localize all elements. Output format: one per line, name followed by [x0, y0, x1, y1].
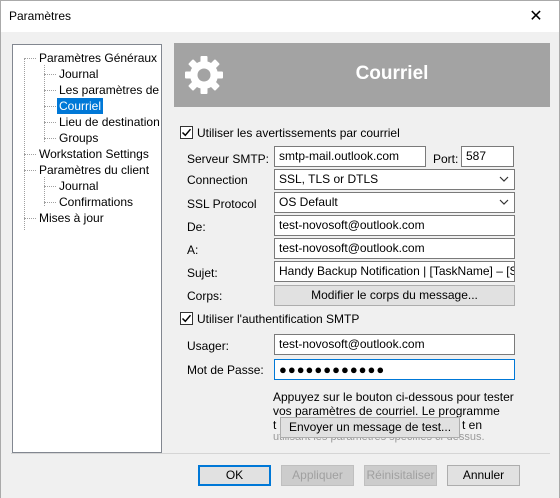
- tree-item-general-settings[interactable]: Paramètres Généraux: [37, 50, 159, 66]
- settings-tree[interactable]: Paramètres Généraux Journal Les paramètr…: [12, 44, 162, 453]
- use-email-alerts-label: Utiliser les avertissements par courriel: [197, 126, 400, 140]
- to-label: A:: [187, 243, 199, 257]
- tree-item-client-settings[interactable]: Paramètres du client: [37, 162, 151, 178]
- use-email-alerts-checkbox[interactable]: [180, 126, 193, 139]
- test-description-line-1: Appuyez sur le bouton ci-dessous pour te…: [273, 390, 514, 404]
- settings-window: Paramètres ✕ Paramètres Généraux Journal…: [0, 0, 560, 498]
- dialog-body: Paramètres Généraux Journal Les paramètr…: [1, 32, 559, 498]
- checkmark-icon: [181, 314, 192, 323]
- section-header: Courriel: [174, 43, 550, 107]
- tree-connector: [24, 59, 25, 230]
- close-icon[interactable]: ✕: [513, 1, 559, 31]
- ssl-protocol-label: SSL Protocol: [187, 197, 257, 211]
- tree-item-confirmations[interactable]: Confirmations: [57, 194, 135, 210]
- password-input[interactable]: ●●●●●●●●●●●●: [274, 359, 515, 380]
- gear-icon: [185, 56, 223, 94]
- connection-label: Connection: [187, 173, 248, 187]
- tree-connector: [24, 58, 36, 59]
- tree-item-log[interactable]: Journal: [57, 66, 100, 82]
- tree-connector: [24, 218, 36, 219]
- ok-button[interactable]: OK: [198, 465, 271, 486]
- tree-connector: [44, 186, 56, 187]
- to-input[interactable]: test-novosoft@outlook.com: [274, 238, 515, 259]
- ssl-protocol-select[interactable]: OS Default: [274, 192, 515, 213]
- tree-item-groups[interactable]: Groups: [57, 130, 100, 146]
- test-description-line-2: vos paramètres de courriel. Le programme: [273, 404, 500, 418]
- reset-button[interactable]: Réinisitaliser: [364, 465, 437, 486]
- tree-item-destination[interactable]: Lieu de destination: [57, 114, 161, 130]
- apply-button[interactable]: Appliquer: [281, 465, 354, 486]
- user-label: Usager:: [187, 339, 230, 353]
- connection-select[interactable]: SSL, TLS or DTLS: [274, 169, 515, 190]
- body-label: Corps:: [187, 289, 223, 303]
- port-label: Port:: [433, 152, 459, 166]
- from-input[interactable]: test-novosoft@outlook.com: [274, 215, 515, 236]
- title-bar: Paramètres ✕: [1, 1, 559, 32]
- tree-item-workstation-settings[interactable]: Workstation Settings: [37, 146, 151, 162]
- subject-input[interactable]: Handy Backup Notification | [TaskName] –…: [274, 261, 515, 282]
- subject-label: Sujet:: [187, 266, 218, 280]
- tree-item-email[interactable]: Courriel: [57, 98, 104, 114]
- tree-connector: [44, 106, 56, 107]
- send-test-message-button[interactable]: Envoyer un message de test...: [280, 417, 460, 438]
- chevron-down-icon: [499, 176, 509, 182]
- tree-connector: [44, 74, 56, 75]
- use-smtp-auth-checkbox[interactable]: [180, 312, 193, 325]
- tree-item-settings-of[interactable]: Les paramètres de p: [57, 82, 161, 98]
- tree-item-updates[interactable]: Mises à jour: [37, 210, 106, 226]
- port-input[interactable]: 587: [461, 146, 514, 167]
- tree-connector: [24, 154, 36, 155]
- tree-connector: [24, 170, 36, 171]
- smtp-server-label: Serveur SMTP:: [187, 152, 270, 166]
- footer-separator: [11, 453, 550, 454]
- from-label: De:: [187, 220, 206, 234]
- tree-connector: [44, 90, 56, 91]
- use-smtp-auth-label: Utiliser l'authentification SMTP: [197, 312, 360, 326]
- tree-connector: [44, 122, 56, 123]
- tree-connector: [44, 202, 56, 203]
- edit-body-button[interactable]: Modifier le corps du message...: [274, 285, 515, 306]
- checkmark-icon: [181, 128, 192, 137]
- window-title: Paramètres: [9, 9, 72, 23]
- tree-item-client-log[interactable]: Journal: [57, 178, 100, 194]
- tree-connector: [44, 138, 56, 139]
- section-title: Courriel: [355, 63, 429, 84]
- password-label: Mot de Passe:: [187, 363, 264, 377]
- tree-connector: [44, 65, 45, 142]
- smtp-server-input[interactable]: smtp-mail.outlook.com: [274, 146, 426, 167]
- chevron-down-icon: [499, 199, 509, 205]
- connection-value: SSL, TLS or DTLS: [279, 172, 379, 186]
- cancel-button[interactable]: Annuler: [447, 465, 520, 486]
- ssl-protocol-value: OS Default: [279, 195, 338, 209]
- user-input[interactable]: test-novosoft@outlook.com: [274, 334, 515, 355]
